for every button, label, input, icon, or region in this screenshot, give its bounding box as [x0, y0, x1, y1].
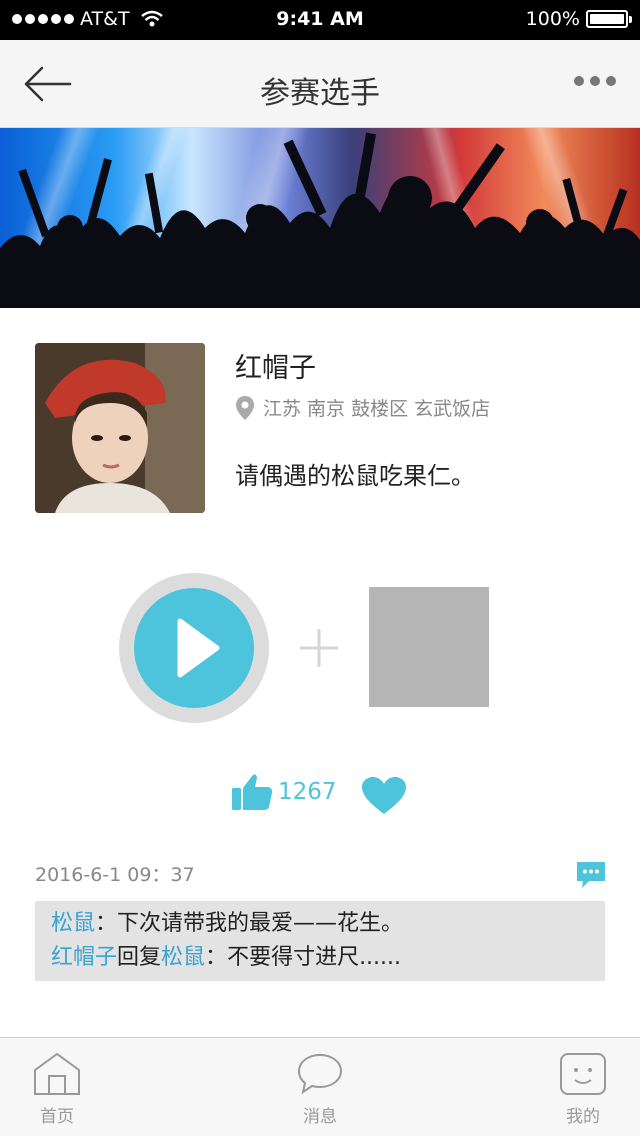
location-text: 江苏 南京 鼓楼区 玄武饭店: [263, 398, 491, 420]
comment-user[interactable]: 红帽子: [51, 945, 117, 970]
heart-icon[interactable]: [361, 776, 407, 816]
comment-item: 红帽子回复松鼠：不要得寸进尺......: [51, 941, 589, 975]
concert-crowd-silhouette: [0, 128, 640, 308]
comment-user[interactable]: 松鼠: [51, 911, 95, 936]
play-icon: [177, 618, 220, 678]
battery-percent: 100%: [525, 8, 580, 30]
tab-label: 消息: [303, 1107, 337, 1127]
like-count: 1267: [278, 779, 337, 805]
home-icon: [34, 1052, 80, 1095]
location-pin-icon: [236, 395, 254, 420]
tab-label: 我的: [566, 1107, 600, 1127]
avatar-photo: [35, 343, 205, 513]
comment-list: 松鼠：下次请带我的最爱——花生。 红帽子回复松鼠：不要得寸进尺......: [35, 901, 605, 981]
tab-messages[interactable]: 消息: [280, 1052, 360, 1127]
bio-text: 请偶遇的松鼠吃果仁。: [235, 462, 475, 490]
avatar[interactable]: [35, 343, 205, 513]
status-right: 100%: [525, 8, 632, 30]
tab-mine[interactable]: 我的: [543, 1052, 623, 1127]
contestant-name: 红帽子: [235, 353, 316, 384]
comment-text: 不要得寸进尺......: [227, 945, 402, 970]
like-button[interactable]: 1267: [230, 772, 337, 812]
comment-separator: ：: [205, 945, 228, 970]
reply-word: 回复: [117, 945, 162, 970]
profile-icon: [560, 1053, 606, 1095]
play-button[interactable]: [119, 573, 269, 723]
more-icon[interactable]: [574, 76, 616, 86]
page-title: 参赛选手: [260, 76, 380, 111]
comment-item: 松鼠：下次请带我的最爱——花生。: [51, 907, 589, 941]
comment-separator: ：: [95, 911, 118, 936]
message-icon: [297, 1053, 343, 1095]
comment-timestamp: 2016-6-1 09：37: [35, 864, 195, 886]
comment-text: 下次请带我的最爱——花生。: [117, 911, 404, 936]
tab-bar: 首页 消息 我的: [0, 1037, 640, 1136]
banner-image: [0, 128, 640, 308]
battery-icon: [586, 10, 632, 28]
thumbs-up-icon: [232, 774, 273, 810]
tab-home[interactable]: 首页: [17, 1052, 97, 1127]
plus-icon: [300, 629, 338, 667]
tab-label: 首页: [40, 1107, 74, 1127]
play-button-inner: [134, 588, 254, 708]
location: 江苏 南京 鼓楼区 玄武饭店: [235, 394, 490, 421]
nav-bar: 参赛选手: [0, 40, 640, 128]
reply-to-user[interactable]: 松鼠: [161, 945, 205, 970]
image-placeholder[interactable]: [369, 587, 489, 707]
comment-icon[interactable]: [575, 860, 607, 890]
status-bar: AT&T 9:41 AM 100%: [0, 0, 640, 40]
